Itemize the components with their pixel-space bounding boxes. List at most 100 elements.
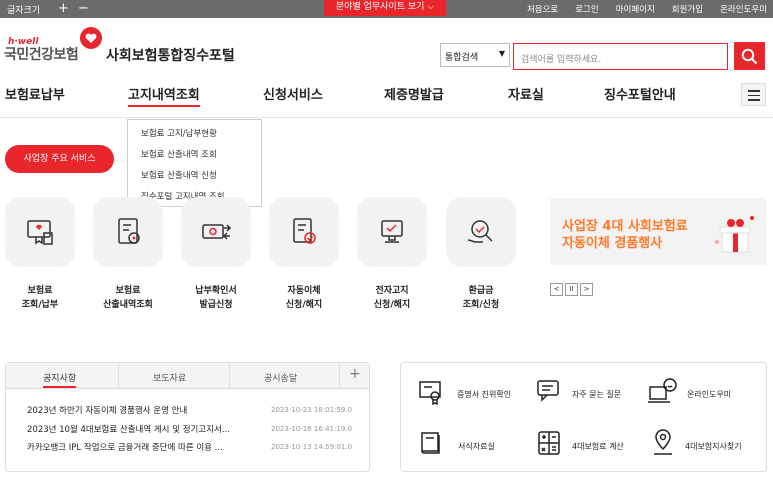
dropdown-item-billing-status[interactable]: 보험료 고지/납부현황 xyxy=(141,127,217,139)
quick-link-certificate[interactable]: 증명서 진위확인 xyxy=(457,389,511,400)
service-label-line1: 전자고지 xyxy=(375,286,409,296)
branch-site-button[interactable]: 분야별 업무사이트 보기 ⌵ xyxy=(324,0,446,16)
e-notice-icon xyxy=(381,220,403,243)
location-pin-icon[interactable] xyxy=(651,428,675,456)
search-button[interactable] xyxy=(734,42,765,70)
nav-portal-guide[interactable]: 징수포털안내 xyxy=(604,84,676,103)
auto-debit-icon xyxy=(293,218,316,244)
service-label: 납부확인서발급신청 xyxy=(180,284,252,312)
nav-application-service[interactable]: 신청서비스 xyxy=(263,84,323,103)
service-label-line1: 보험료 xyxy=(27,286,53,296)
login-link[interactable]: 로그인 xyxy=(575,3,598,15)
utility-links: 처음으로 로그인 마이페이지 회원가입 온라인도우미 xyxy=(527,0,767,18)
service-label: 보험료조회/납부 xyxy=(4,284,76,312)
service-refund[interactable] xyxy=(446,197,516,267)
notice-row-title[interactable]: 2023년 10월 4대보험료 산출내역 게시 및 정기고지서... xyxy=(27,423,267,435)
banner-pause-button[interactable]: II xyxy=(565,283,578,296)
banner-prev-button[interactable]: < xyxy=(550,283,563,296)
quick-link-faq[interactable]: 자주 묻는 질문 xyxy=(572,389,621,400)
notice-row-date: 2023-10-13 14:59:01.0 xyxy=(271,443,353,451)
tab-press[interactable]: 보도자료 xyxy=(153,371,186,384)
dropdown-item-calc-inquiry[interactable]: 보험료 산출내역 조회 xyxy=(141,148,217,160)
service-premium-inquiry[interactable] xyxy=(5,197,75,267)
service-label: 환급금조회/신청 xyxy=(445,284,517,312)
service-label-line1: 환급금 xyxy=(468,286,494,296)
notice-row-title[interactable]: 카카오뱅크 IPL 작업으로 금융거래 중단에 따른 이용 ... xyxy=(27,441,267,453)
service-payment-certificate[interactable] xyxy=(181,197,251,267)
workplace-services-button[interactable]: 사업장 주요 서비스 xyxy=(5,145,114,173)
promo-banner[interactable]: 사업장 4대 사회보험료 자동이체 경품행사 xyxy=(550,198,766,265)
quick-link-calculator[interactable]: 4대보험료 계산 xyxy=(572,441,624,452)
chevron-down-icon: ▼ xyxy=(498,49,505,58)
tab-divider xyxy=(339,363,340,389)
hamburger-icon xyxy=(748,90,760,92)
menu-button[interactable] xyxy=(741,83,766,106)
service-label-line1: 자동이체 xyxy=(287,286,321,296)
service-label: 전자고지신청/해지 xyxy=(356,284,428,312)
hamburger-icon-line xyxy=(748,99,760,101)
font-size-decrease-button[interactable]: − xyxy=(78,0,89,17)
nav-divider xyxy=(0,117,773,118)
notice-board: 공지사항 보도자료 공시송달 + 2023년 하반기 자동이체 경품행사 운영 … xyxy=(5,362,370,472)
notice-row-title[interactable]: 2023년 하반기 자동이체 경품행사 운영 안내 xyxy=(27,404,267,416)
banner-next-button[interactable]: > xyxy=(580,283,593,296)
service-label-line2: 산출내역조회 xyxy=(103,300,153,310)
nav-notice-inquiry[interactable]: 고지내역조회 xyxy=(128,84,200,107)
service-label-line1: 보험료 xyxy=(115,286,141,296)
heart-logo-icon xyxy=(80,27,102,49)
service-label-line2: 조회/납부 xyxy=(21,300,59,310)
faq-chat-icon[interactable] xyxy=(536,379,564,405)
nav-premium-payment[interactable]: 보험료납부 xyxy=(5,84,65,103)
document-calc-icon xyxy=(118,218,140,244)
notice-tabs: 공지사항 보도자료 공시송달 + xyxy=(6,363,369,389)
forms-book-icon[interactable] xyxy=(419,430,445,456)
portal-title[interactable]: 사회보험통합징수포털 xyxy=(106,45,235,65)
utility-bar: 글자크기 + − 분야별 업무사이트 보기 ⌵ 처음으로 로그인 마이페이지 회… xyxy=(0,0,773,18)
service-label-line2: 신청/해지 xyxy=(285,300,323,310)
tab-divider xyxy=(229,363,230,389)
service-calc-inquiry[interactable] xyxy=(93,197,163,267)
quick-link-online-helper[interactable]: 온라인도우미 xyxy=(687,389,731,400)
service-e-notice[interactable] xyxy=(357,197,427,267)
search-scope-select[interactable]: 통합검색 ▼ xyxy=(440,43,510,67)
gift-box-icon xyxy=(715,216,754,253)
service-label-line1: 납부확인서 xyxy=(195,286,237,296)
calculator-icon[interactable] xyxy=(537,430,561,456)
signup-link[interactable]: 회원가입 xyxy=(672,3,703,15)
nav-resources[interactable]: 자료실 xyxy=(508,84,544,103)
mypage-link[interactable]: 마이페이지 xyxy=(616,3,655,15)
quick-links-panel: 증명서 진위확인 자주 묻는 질문 온라인도우미 서식자료실 4대보험료 계산 … xyxy=(400,362,767,472)
search-input[interactable]: 검색어를 입력하세요. xyxy=(513,43,728,70)
quick-link-branch-finder[interactable]: 4대보험지사찾기 xyxy=(685,441,742,452)
service-label-line2: 발급신청 xyxy=(199,300,233,310)
notice-row-date: 2023-10-23 18:01:59.0 xyxy=(271,406,353,414)
font-size-increase-button[interactable]: + xyxy=(58,0,69,17)
money-transfer-icon xyxy=(202,224,232,240)
logo-korean: 국민건강보험 xyxy=(4,47,79,63)
home-link[interactable]: 처음으로 xyxy=(527,3,558,15)
font-size-label: 글자크기 xyxy=(7,6,41,16)
tab-divider xyxy=(118,363,119,389)
nav-dropdown-menu: 보험료 고지/납부현황 보험료 산출내역 조회 보험료 산출내역 신청 징수포털… xyxy=(127,119,262,207)
more-button[interactable]: + xyxy=(349,366,361,382)
service-label-line2: 신청/해지 xyxy=(373,300,411,310)
service-label-line2: 조회/신청 xyxy=(462,300,500,310)
service-label: 보험료산출내역조회 xyxy=(92,284,164,312)
service-label: 자동이체신청/해지 xyxy=(268,284,340,312)
notice-row-date: 2023-10-16 16:41:19.0 xyxy=(271,425,353,433)
service-auto-debit[interactable] xyxy=(269,197,339,267)
tab-public-notice[interactable]: 공시송달 xyxy=(264,371,297,384)
tab-notices[interactable]: 공지사항 xyxy=(43,371,77,388)
online-helper-link[interactable]: 온라인도우미 xyxy=(720,3,767,15)
quick-link-forms[interactable]: 서식자료실 xyxy=(458,441,495,452)
search-scope-value: 통합검색 xyxy=(445,53,479,63)
certificate-icon[interactable] xyxy=(418,379,444,405)
banner-title-line2: 자동이체 경품행사 xyxy=(562,236,663,251)
hamburger-icon-line xyxy=(748,94,760,96)
dropdown-item-calc-request[interactable]: 보험료 산출내역 신청 xyxy=(141,169,217,181)
search-icon xyxy=(741,48,758,65)
online-helper-icon[interactable] xyxy=(648,377,678,405)
refund-search-icon xyxy=(467,220,493,243)
bill-icon xyxy=(27,220,53,245)
nav-certificate-issue[interactable]: 제증명발급 xyxy=(384,84,444,103)
